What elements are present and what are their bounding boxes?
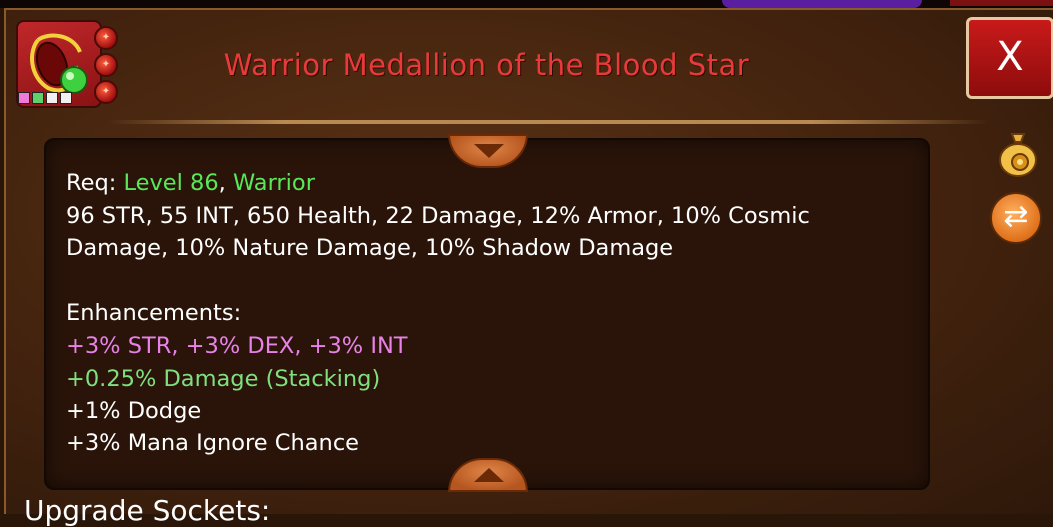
close-button[interactable]: X [966,17,1053,99]
stats-line-2: Damage, 10% Nature Damage, 10% Shadow Da… [66,235,674,261]
swap-arrows-icon[interactable]: ⇄ [990,192,1042,244]
enhancement-line: +3% STR, +3% DEX, +3% INT [66,333,408,359]
top-tab-red[interactable] [950,0,1053,6]
gold-bag-icon[interactable] [994,128,1042,178]
enhancement-line: +1% Dodge [66,398,202,424]
requirements-line: Req: Level 86, Warrior [66,170,315,196]
rarity-square [18,92,30,104]
title-divider [108,120,988,124]
star-gem-icon: ✦ [94,80,118,104]
enhancements-header: Enhancements: [66,300,242,326]
req-separator: , [218,170,233,196]
chevron-down-icon [474,144,504,158]
star-gem-icon: ✦ [94,26,118,50]
top-strip [0,0,1053,8]
top-tab-purple[interactable] [722,0,922,8]
req-class: Warrior [232,170,315,196]
chevron-up-icon [474,468,504,482]
rarity-indicators [18,92,72,104]
stats-line-1: 96 STR, 55 INT, 650 Health, 22 Damage, 1… [66,203,810,229]
item-title: Warrior Medallion of the Blood Star [223,48,750,82]
enhancement-line: +3% Mana Ignore Chance [66,430,360,456]
rarity-square [32,92,44,104]
rarity-square [46,92,58,104]
enhancement-line: +0.25% Damage (Stacking) [66,366,381,392]
req-level: Level 86 [123,170,219,196]
rarity-square [60,92,72,104]
upgrade-sockets-label: Upgrade Sockets: [24,494,271,527]
req-label: Req: [66,170,124,196]
